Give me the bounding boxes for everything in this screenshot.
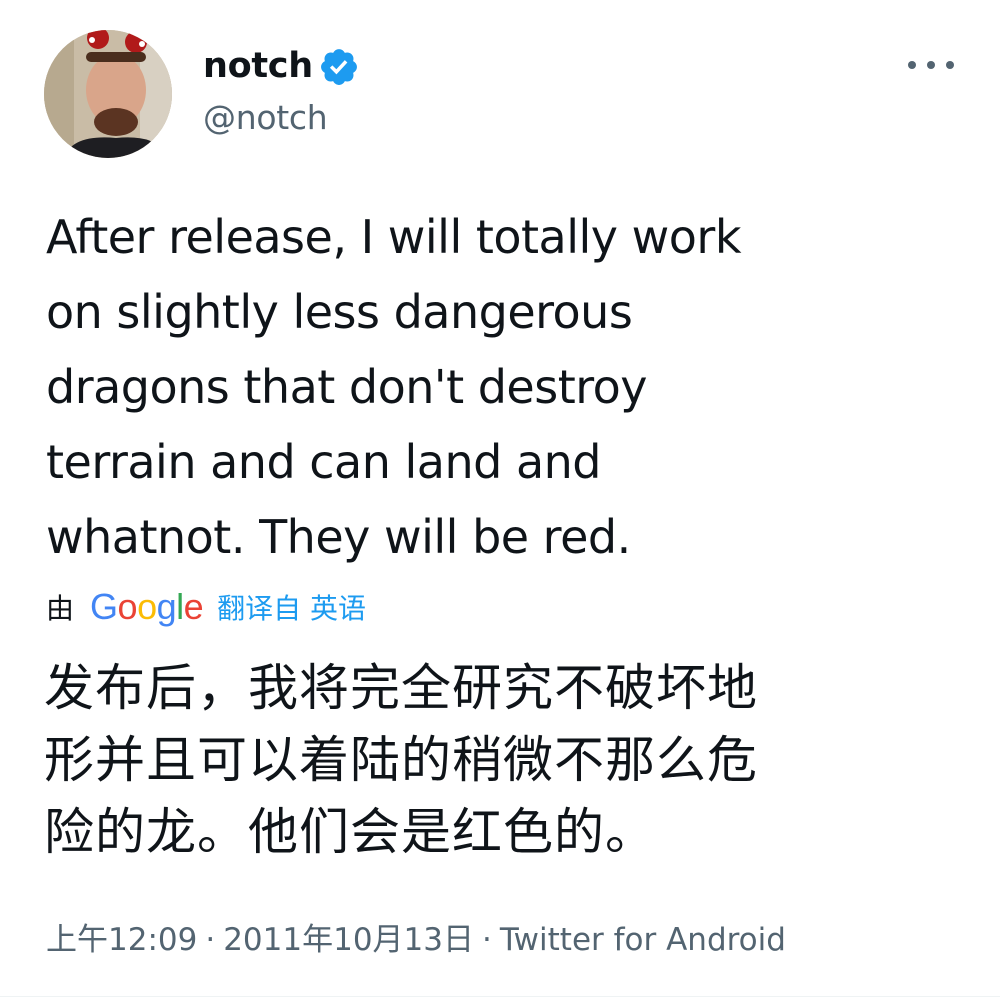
meta-separator: · [205, 922, 216, 958]
tweet-date[interactable]: 2011年10月13日 [223, 918, 474, 962]
tweet-metadata: 上午12:09 · 2011年10月13日 · Twitter for Andr… [46, 918, 786, 962]
divider [0, 996, 1000, 997]
translation-attribution: 由 Google 翻译自 英语 [46, 584, 366, 630]
translated-by-label: 由 [46, 592, 75, 625]
translated-tweet-text: 发布后，我将完全研究不破坏地 形并且可以着陆的稍微不那么危 险的龙。他们会是红色… [44, 659, 758, 861]
tweet-time[interactable]: 上午12:09 [46, 918, 197, 962]
translated-from-link[interactable]: 翻译自 英语 [217, 587, 366, 627]
verified-badge-icon [321, 49, 357, 85]
more-horizontal-icon [908, 61, 916, 69]
tweet-source[interactable]: Twitter for Android [500, 918, 786, 962]
more-horizontal-icon [946, 61, 954, 69]
display-name[interactable]: notch [203, 44, 313, 88]
tweet-text: After release, I will totally work on sl… [46, 210, 741, 564]
google-logo: Google [90, 586, 204, 627]
more-options-button[interactable] [908, 52, 954, 78]
tweet-card: notch @notch After release, I will total… [0, 0, 1000, 1000]
meta-separator: · [482, 922, 492, 958]
avatar[interactable] [44, 30, 172, 158]
avatar-photo [44, 30, 172, 158]
user-handle[interactable]: @notch [203, 97, 328, 139]
more-horizontal-icon [927, 61, 935, 69]
